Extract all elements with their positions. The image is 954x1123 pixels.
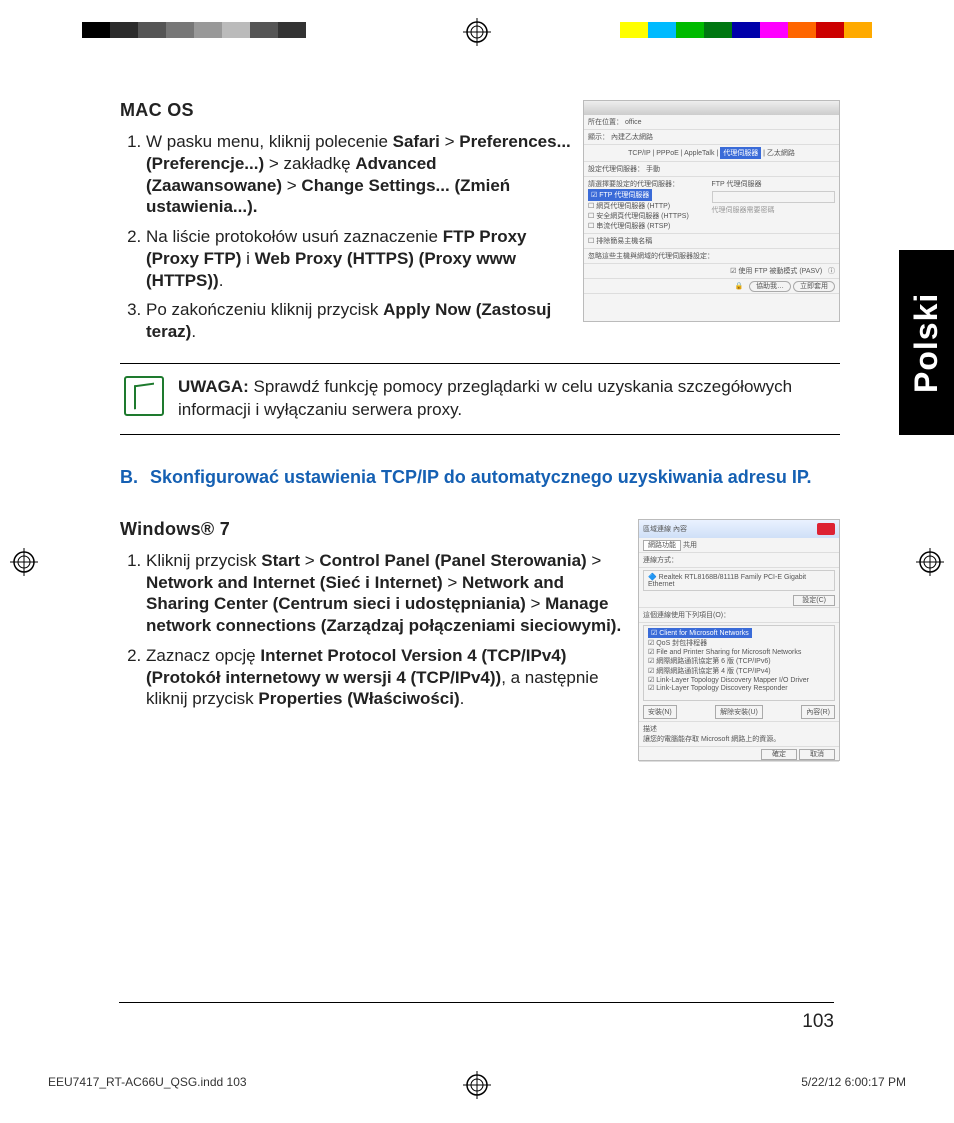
note-text: UWAGA: Sprawdź funkcję pomocy przeglądar… [178,376,836,422]
registration-mark-left [10,548,38,576]
registration-mark-bottom [463,1071,491,1099]
page-content: 所在位置： office 顯示： 內建乙太網路 TCP/IP | PPPoE |… [120,100,840,771]
color-bar-left [82,22,306,38]
registration-mark-right [916,548,944,576]
footer-timestamp: 5/22/12 6:00:17 PM [801,1075,906,1089]
section-b-heading: B. Skonfigurować ustawienia TCP/IP do au… [120,465,840,489]
registration-mark-top [463,18,491,46]
close-icon [817,523,835,535]
language-tab: Polski [899,250,954,435]
windows-properties-screenshot: 區域連線 內容 網路功能 共用 連線方式： 🔷 Realtek RTL8168B… [638,519,840,761]
macos-proxy-screenshot: 所在位置： office 顯示： 內建乙太網路 TCP/IP | PPPoE |… [583,100,840,322]
page-number: 103 [802,1011,834,1033]
color-bar-right [620,22,872,38]
footer-filename: EEU7417_RT-AC66U_QSG.indd 103 [48,1075,247,1089]
footer-rule [119,1002,834,1003]
note-icon [124,376,164,416]
note-box: UWAGA: Sprawdź funkcję pomocy przeglądar… [120,363,840,435]
